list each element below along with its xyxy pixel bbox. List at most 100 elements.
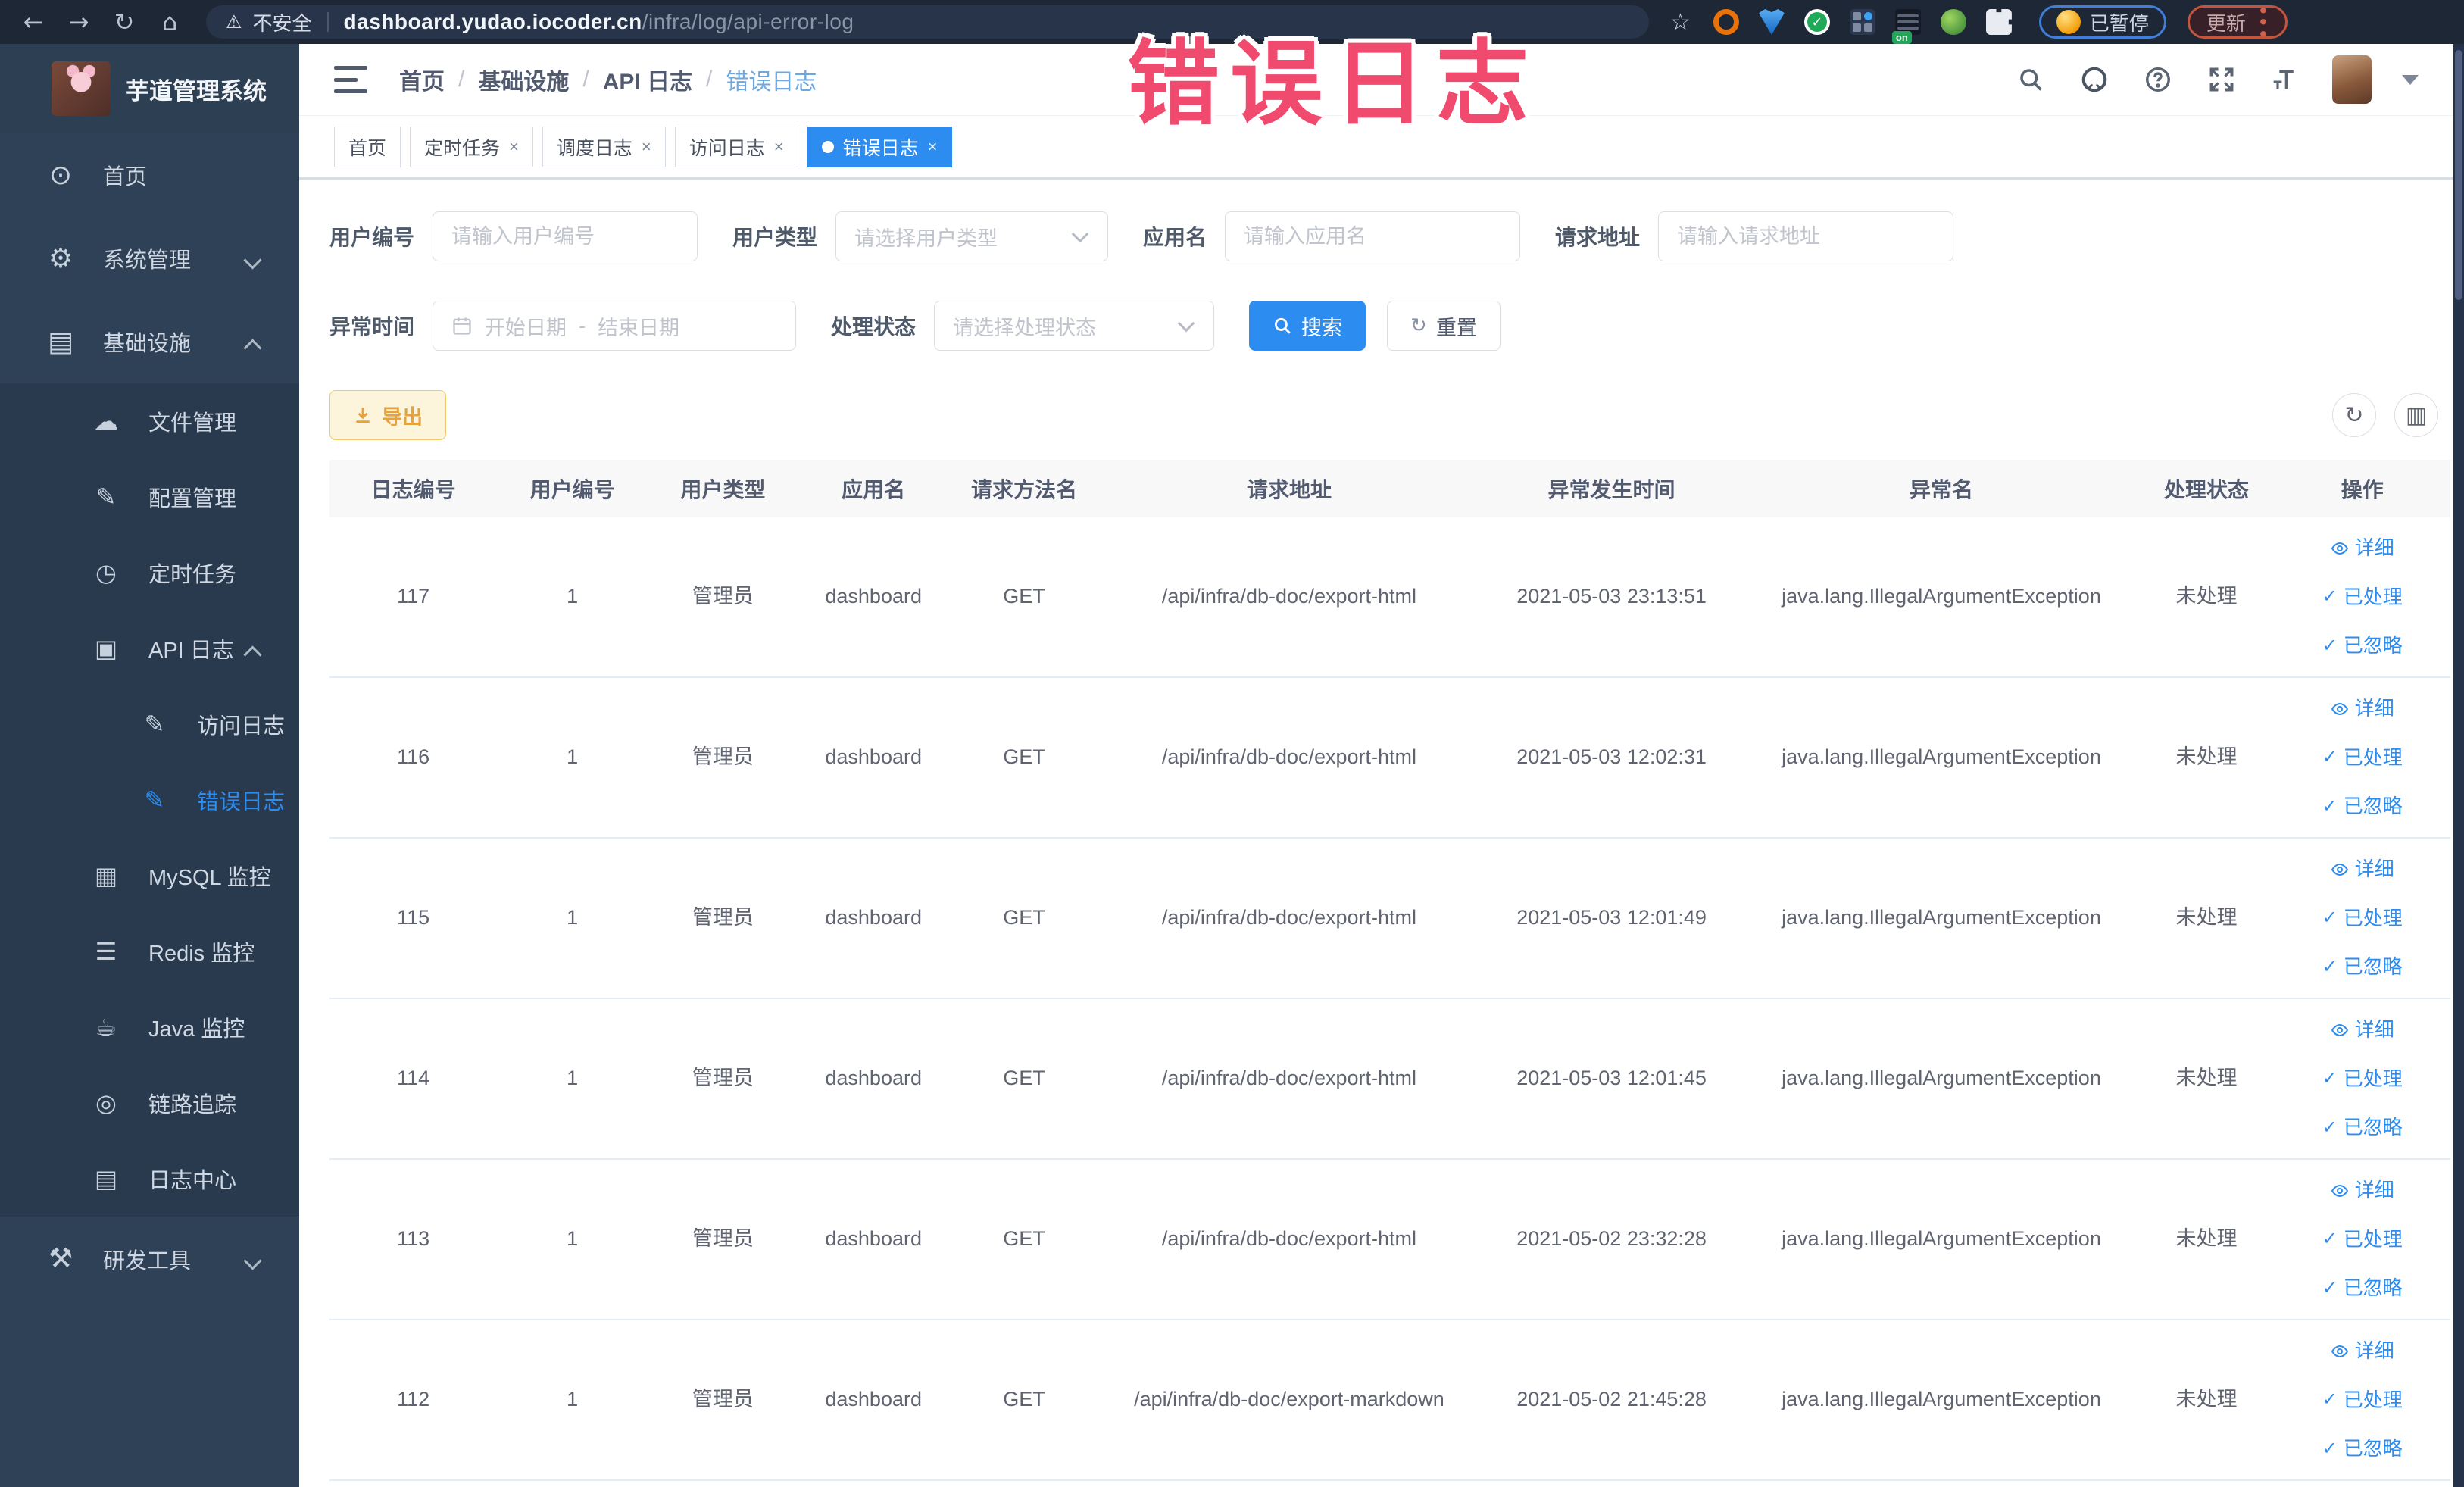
reload-icon[interactable]: ↻ bbox=[105, 5, 144, 39]
mark-processed-link[interactable]: ✓ 已处理 bbox=[2322, 904, 2403, 932]
close-icon[interactable]: × bbox=[642, 137, 651, 157]
app-title: 芋道管理系统 bbox=[126, 77, 267, 105]
sidebar-item-java-monitor[interactable]: ☕ Java 监控 bbox=[0, 989, 299, 1065]
breadcrumb-api-log[interactable]: API 日志 bbox=[603, 63, 692, 96]
document-edit-icon: ✎ bbox=[144, 710, 165, 739]
mark-ignored-link[interactable]: ✓ 已忽略 bbox=[2322, 1114, 2403, 1141]
reset-button[interactable]: ↻ 重置 bbox=[1387, 301, 1501, 351]
github-icon[interactable] bbox=[2078, 63, 2111, 96]
browser-menu-kebab-icon[interactable]: • • • bbox=[2258, 0, 2269, 44]
mark-ignored-link[interactable]: ✓ 已忽略 bbox=[2322, 953, 2403, 980]
forward-icon[interactable]: → bbox=[59, 5, 98, 39]
extension-grid-icon[interactable] bbox=[1849, 9, 1875, 35]
request-url-field[interactable] bbox=[1658, 211, 1954, 261]
help-icon[interactable] bbox=[2141, 63, 2175, 96]
extension-lines-icon[interactable]: on bbox=[1891, 9, 1921, 44]
page-scrollbar[interactable] bbox=[2453, 44, 2464, 1487]
sidebar-item-trace[interactable]: ◎ 链路追踪 bbox=[0, 1065, 299, 1141]
sidebar-menu: ⊙ 首页 ⚙ 系统管理 ▤ 基础设施 ☁ 文件管理 ✎ 配置管理 ◷ 定时任务 … bbox=[0, 133, 299, 1300]
user-id-field[interactable] bbox=[433, 211, 698, 261]
sidebar-item-error-log[interactable]: ✎ 错误日志 bbox=[0, 762, 299, 838]
table-header-row: 日志编号 用户编号 用户类型 应用名 请求方法名 请求地址 异常发生时间 异常名… bbox=[329, 460, 2450, 517]
chevron-up-icon bbox=[246, 334, 261, 349]
tab-home[interactable]: 首页 bbox=[334, 126, 401, 167]
refresh-table-button[interactable]: ↻ bbox=[2332, 393, 2376, 437]
close-icon[interactable]: × bbox=[928, 137, 938, 157]
avatar-caret-icon[interactable] bbox=[2402, 74, 2419, 85]
chevron-down-icon bbox=[1071, 225, 1089, 243]
chevron-down-icon bbox=[246, 251, 261, 266]
detail-link[interactable]: 详细 bbox=[2331, 695, 2394, 722]
mark-processed-link[interactable]: ✓ 已处理 bbox=[2322, 744, 2403, 771]
close-icon[interactable]: × bbox=[774, 137, 784, 157]
export-button[interactable]: 导出 bbox=[329, 390, 446, 440]
search-icon[interactable] bbox=[2014, 63, 2047, 96]
mark-processed-link[interactable]: ✓ 已处理 bbox=[2322, 1386, 2403, 1414]
sidebar-item-scheduled-tasks[interactable]: ◷ 定时任务 bbox=[0, 535, 299, 611]
profile-paused-badge[interactable]: 已暂停 bbox=[2038, 5, 2166, 39]
search-button[interactable]: 搜索 bbox=[1249, 301, 1366, 351]
user-avatar[interactable] bbox=[2332, 55, 2372, 104]
row-actions: 详细 ✓ 已处理 ✓ 已忽略 bbox=[2275, 1337, 2450, 1462]
breadcrumb-home[interactable]: 首页 bbox=[399, 63, 445, 96]
detail-link[interactable]: 详细 bbox=[2331, 855, 2394, 883]
back-icon[interactable]: ← bbox=[14, 5, 53, 39]
column-settings-button[interactable]: ▥ bbox=[2394, 393, 2438, 437]
sidebar-item-infrastructure[interactable]: ▤ 基础设施 bbox=[0, 300, 299, 383]
sidebar-item-home[interactable]: ⊙ 首页 bbox=[0, 133, 299, 217]
collapse-sidebar-icon[interactable] bbox=[334, 66, 367, 93]
scrollbar-thumb[interactable] bbox=[2455, 50, 2462, 300]
sidebar: 芋道管理系统 ⊙ 首页 ⚙ 系统管理 ▤ 基础设施 ☁ 文件管理 ✎ 配置管理 … bbox=[0, 44, 299, 1487]
mark-processed-link[interactable]: ✓ 已处理 bbox=[2322, 1065, 2403, 1092]
sidebar-item-log-center[interactable]: ▤ 日志中心 bbox=[0, 1141, 299, 1217]
detail-link[interactable]: 详细 bbox=[2331, 1176, 2394, 1204]
mark-ignored-link[interactable]: ✓ 已忽略 bbox=[2322, 1435, 2403, 1462]
sidebar-item-redis-monitor[interactable]: ☰ Redis 监控 bbox=[0, 914, 299, 989]
user-id-input[interactable] bbox=[451, 224, 679, 248]
mark-ignored-link[interactable]: ✓ 已忽略 bbox=[2322, 1274, 2403, 1301]
breadcrumb-infrastructure[interactable]: 基础设施 bbox=[478, 63, 569, 96]
mark-processed-link[interactable]: ✓ 已处理 bbox=[2322, 1226, 2403, 1253]
extensions-puzzle-icon[interactable] bbox=[1985, 9, 2012, 35]
sidebar-logo-row[interactable]: 芋道管理系统 bbox=[0, 44, 299, 133]
sidebar-item-access-log[interactable]: ✎ 访问日志 bbox=[0, 686, 299, 762]
extension-shield-icon[interactable] bbox=[1758, 9, 1785, 35]
browser-update-button[interactable]: 更新 • • • bbox=[2187, 0, 2288, 44]
page-url[interactable]: dashboard.yudao.iocoder.cn/infra/log/api… bbox=[344, 10, 854, 34]
status-badge: 未处理 bbox=[2175, 1227, 2238, 1251]
home-icon[interactable]: ⌂ bbox=[150, 5, 189, 39]
start-date-placeholder: 开始日期 bbox=[485, 316, 567, 339]
check-icon: ✓ bbox=[2322, 1276, 2338, 1298]
app-name-field[interactable] bbox=[1225, 211, 1521, 261]
close-icon[interactable]: × bbox=[509, 137, 519, 157]
tab-error-log[interactable]: 错误日志 × bbox=[807, 126, 952, 167]
exception-time-range-picker[interactable]: 开始日期 - 结束日期 bbox=[433, 301, 797, 351]
sidebar-item-api-log[interactable]: ▣ API 日志 bbox=[0, 611, 299, 686]
fullscreen-icon[interactable] bbox=[2205, 63, 2238, 96]
tab-scheduled-tasks[interactable]: 定时任务 × bbox=[410, 126, 533, 167]
sidebar-item-dev-tools[interactable]: ⚒ 研发工具 bbox=[0, 1217, 299, 1300]
tab-schedule-log[interactable]: 调度日志 × bbox=[542, 126, 666, 167]
sidebar-item-config-management[interactable]: ✎ 配置管理 bbox=[0, 459, 299, 535]
extension-monkey-icon[interactable] bbox=[1940, 9, 1966, 35]
font-size-icon[interactable] bbox=[2269, 63, 2302, 96]
main-panel: 首页 / 基础设施 / API 日志 / 错误日志 首页 定时任务 × 调度日志… bbox=[299, 44, 2464, 1487]
detail-link[interactable]: 详细 bbox=[2331, 534, 2394, 561]
bookmark-star-icon[interactable]: ☆ bbox=[1670, 9, 1691, 36]
filter-row-2: 异常时间 开始日期 - 结束日期 处理状态 请选择处理状态 搜索 ↻ 重置 bbox=[329, 301, 2453, 351]
mark-processed-link[interactable]: ✓ 已处理 bbox=[2322, 583, 2403, 611]
detail-link[interactable]: 详细 bbox=[2331, 1337, 2394, 1364]
process-status-select[interactable]: 请选择处理状态 bbox=[934, 301, 1215, 351]
sidebar-item-file-management[interactable]: ☁ 文件管理 bbox=[0, 383, 299, 459]
extension-orange-icon[interactable] bbox=[1713, 9, 1739, 35]
request-url-input[interactable] bbox=[1677, 224, 1935, 248]
user-type-select[interactable]: 请选择用户类型 bbox=[835, 211, 1109, 261]
app-name-input[interactable] bbox=[1244, 224, 1502, 248]
tab-access-log[interactable]: 访问日志 × bbox=[674, 126, 798, 167]
sidebar-item-system-management[interactable]: ⚙ 系统管理 bbox=[0, 217, 299, 300]
mark-ignored-link[interactable]: ✓ 已忽略 bbox=[2322, 632, 2403, 659]
sidebar-item-mysql-monitor[interactable]: ▦ MySQL 监控 bbox=[0, 838, 299, 914]
mark-ignored-link[interactable]: ✓ 已忽略 bbox=[2322, 792, 2403, 820]
detail-link[interactable]: 详细 bbox=[2331, 1016, 2394, 1043]
extension-check-icon[interactable] bbox=[1803, 9, 1830, 35]
